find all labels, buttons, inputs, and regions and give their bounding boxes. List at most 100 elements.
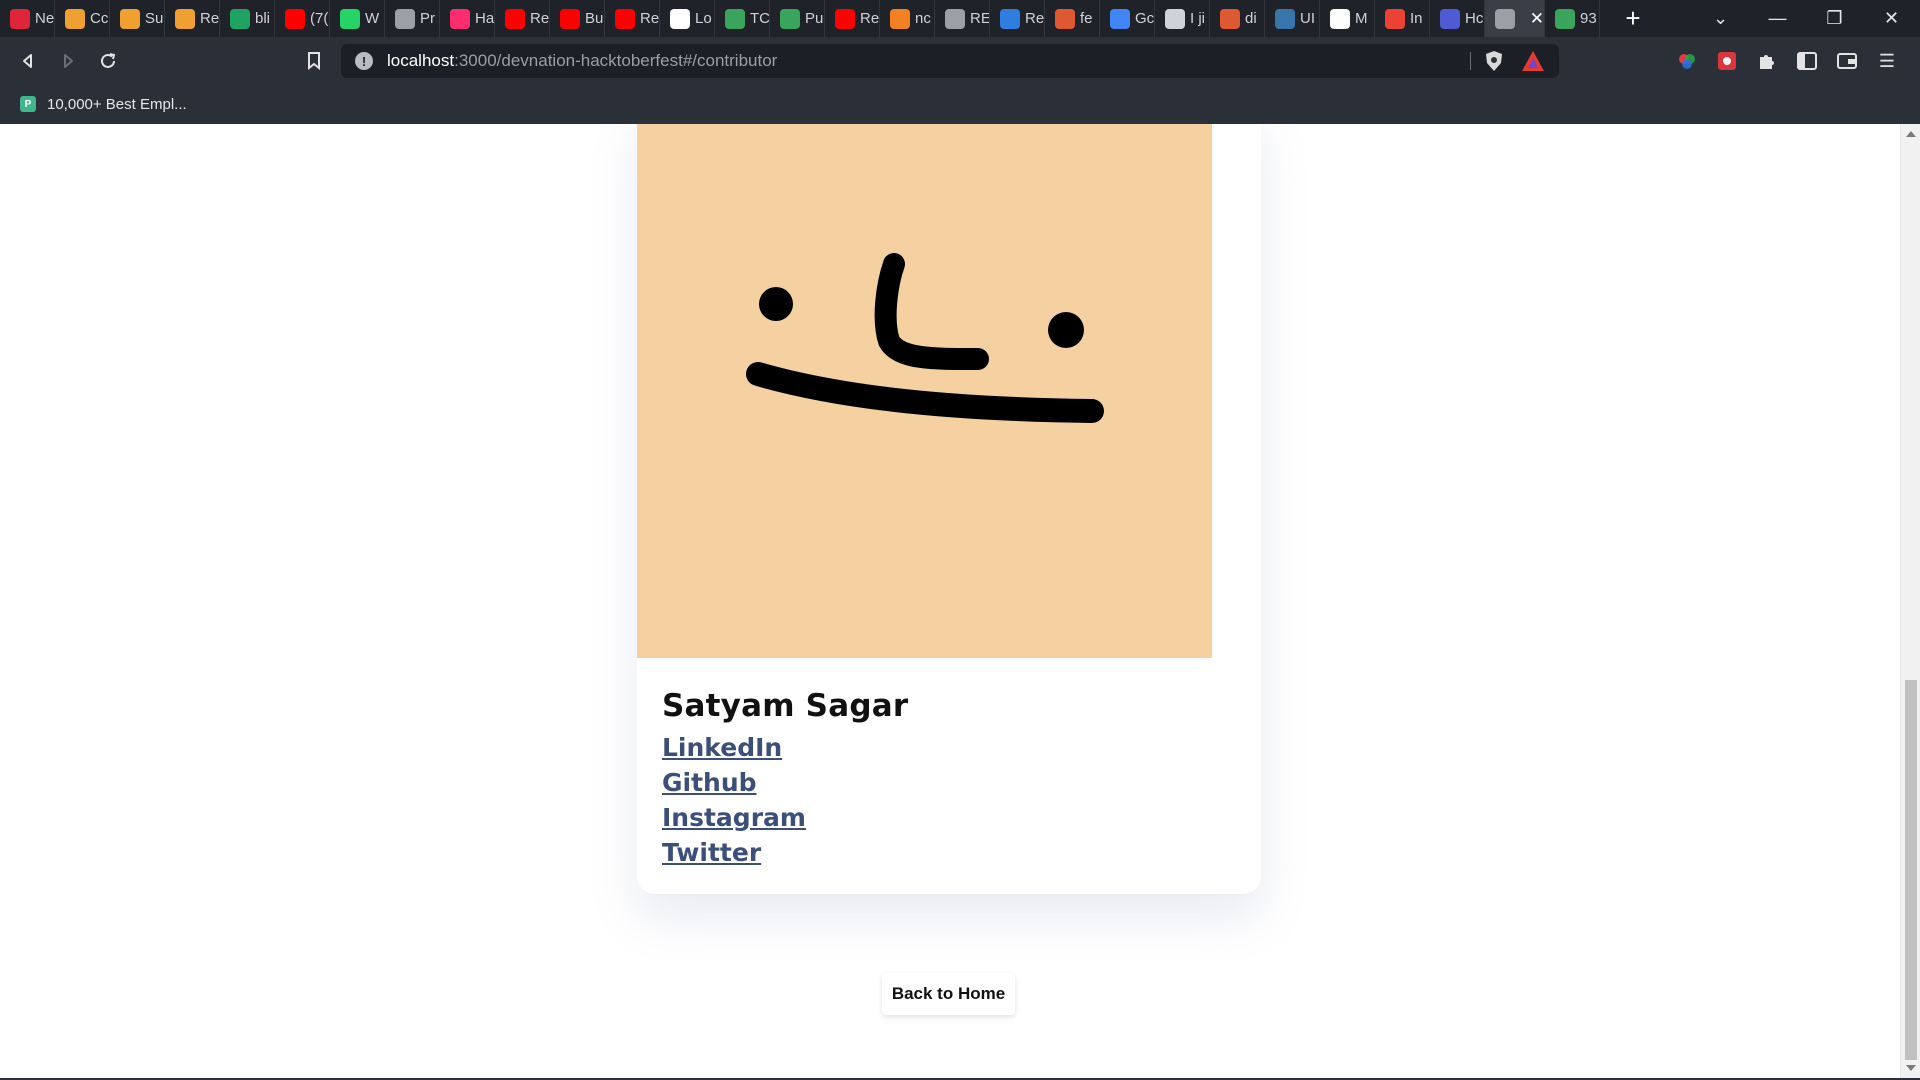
- tab-title: Ha: [475, 10, 494, 27]
- tab[interactable]: di: [1210, 0, 1265, 37]
- youtube-icon: [285, 8, 305, 29]
- tab[interactable]: Hc: [1430, 0, 1485, 37]
- bookmark-item[interactable]: P 10,000+ Best Empl...: [20, 96, 187, 113]
- tab[interactable]: 93: [1545, 0, 1600, 37]
- tab[interactable]: Re: [495, 0, 550, 37]
- minimize-button[interactable]: —: [1749, 8, 1806, 29]
- tab[interactable]: Bu: [550, 0, 605, 37]
- stack-icon: [890, 8, 910, 29]
- contributor-info: Satyam Sagar LinkedIn Github Instagram T…: [662, 688, 908, 870]
- avatar-right-eye: [1048, 312, 1084, 348]
- tab-title: Pu: [805, 10, 824, 27]
- back-to-home-button[interactable]: Back to Home: [882, 973, 1015, 1015]
- tab[interactable]: Re: [605, 0, 660, 37]
- letter-a-icon: [1165, 8, 1185, 29]
- wallet-icon[interactable]: [1827, 41, 1867, 81]
- contributor-name: Satyam Sagar: [662, 688, 909, 724]
- tab[interactable]: Ne: [0, 0, 55, 37]
- tab[interactable]: Re: [990, 0, 1045, 37]
- bookmarks-bar: P 10,000+ Best Empl...: [0, 84, 1920, 124]
- square-icon: [670, 8, 690, 29]
- codechef-bolt-icon: [65, 8, 85, 29]
- tab[interactable]: M: [1320, 0, 1375, 37]
- restore-button[interactable]: ❐: [1806, 8, 1863, 29]
- address-bar[interactable]: ! localhost:3000/devnation-hacktoberfest…: [341, 44, 1559, 78]
- bookmark-icon[interactable]: [294, 41, 334, 81]
- tab[interactable]: bli: [220, 0, 275, 37]
- cursor-icon: [1555, 8, 1575, 29]
- tab[interactable]: W: [330, 0, 385, 37]
- tab-list: Ne Cc Su Re bli (7(W Pr Ha Re Bu Re Lo TC Pu Re nc RE Re f…: [0, 0, 1600, 37]
- url-path: :3000/devnation-hacktoberfest#/contribut…: [454, 51, 778, 70]
- red-extension-icon[interactable]: [1707, 41, 1747, 81]
- linkedin-link[interactable]: LinkedIn: [662, 730, 908, 765]
- bookmark-site-icon: P: [20, 96, 36, 112]
- tab-title: Re: [530, 10, 549, 27]
- url-text[interactable]: localhost:3000/devnation-hacktoberfest#/…: [387, 51, 777, 71]
- tab[interactable]: I ji: [1155, 0, 1210, 37]
- bookmark-red-icon: [10, 8, 30, 29]
- tab[interactable]: UI: [1265, 0, 1320, 37]
- tab-close-icon[interactable]: ✕: [1530, 9, 1544, 29]
- window-controls: ⌄ — ❐ ✕: [1692, 0, 1920, 37]
- color-picker-extension-icon[interactable]: [1667, 41, 1707, 81]
- menu-icon[interactable]: ☰: [1867, 41, 1907, 81]
- tab-title: I ji: [1190, 10, 1205, 27]
- sidebar-toggle-icon[interactable]: [1787, 41, 1827, 81]
- extensions-puzzle-icon[interactable]: [1747, 41, 1787, 81]
- tab-title: Re: [200, 10, 219, 27]
- instagram-link[interactable]: Instagram: [662, 800, 908, 835]
- tab[interactable]: Ha: [440, 0, 495, 37]
- brave-rewards-icon[interactable]: [1521, 50, 1545, 72]
- forward-icon[interactable]: [48, 41, 88, 81]
- tab[interactable]: Re: [825, 0, 880, 37]
- tab[interactable]: nc: [880, 0, 935, 37]
- tab-title: UI: [1300, 10, 1315, 27]
- page-scrollbar[interactable]: [1900, 124, 1920, 1078]
- tab[interactable]: Cc: [55, 0, 110, 37]
- reload-icon[interactable]: [88, 41, 128, 81]
- tab[interactable]: Su: [110, 0, 165, 37]
- tab[interactable]: Gc: [1100, 0, 1155, 37]
- scroll-up-arrow-icon[interactable]: [1906, 131, 1916, 137]
- avatar-face-drawing: [746, 253, 1104, 423]
- tab-title: Re: [1025, 10, 1044, 27]
- address-divider: [1470, 52, 1471, 70]
- new-tab-button[interactable]: +: [1618, 3, 1648, 34]
- whatsapp-icon: [340, 8, 360, 29]
- tab[interactable]: TC: [715, 0, 770, 37]
- tab[interactable]: Re: [165, 0, 220, 37]
- tab-title: nc: [915, 10, 931, 27]
- close-window-button[interactable]: ✕: [1863, 8, 1920, 29]
- avatar-left-eye: [759, 287, 793, 321]
- x-mark-icon: [450, 8, 470, 29]
- tab-title: Lo: [695, 10, 712, 27]
- tab-active[interactable]: ✕: [1485, 0, 1545, 37]
- tab[interactable]: In: [1375, 0, 1430, 37]
- scroll-down-arrow-icon[interactable]: [1906, 1065, 1916, 1071]
- youtube-icon: [505, 8, 525, 29]
- tab-title: In: [1410, 10, 1423, 27]
- tab-title: W: [365, 10, 380, 27]
- tab[interactable]: (7(: [275, 0, 330, 37]
- browser-toolbar: ! localhost:3000/devnation-hacktoberfest…: [0, 37, 1920, 84]
- scrollbar-thumb[interactable]: [1905, 680, 1917, 1060]
- tab-title: TC: [750, 10, 769, 27]
- twitter-link[interactable]: Twitter: [662, 835, 908, 870]
- tab[interactable]: Pr: [385, 0, 440, 37]
- tab[interactable]: RE: [935, 0, 990, 37]
- github-link[interactable]: Github: [662, 765, 908, 800]
- tab[interactable]: Pu: [770, 0, 825, 37]
- tab-title: di: [1245, 10, 1257, 27]
- tab-title: fe: [1080, 10, 1093, 27]
- back-icon[interactable]: [8, 41, 48, 81]
- tab[interactable]: Lo: [660, 0, 715, 37]
- tab-search-icon[interactable]: ⌄: [1692, 8, 1749, 29]
- page-viewport: Satyam Sagar LinkedIn Github Instagram T…: [0, 124, 1900, 1078]
- globe-icon: [945, 8, 965, 29]
- avatar-nose: [874, 253, 989, 371]
- brave-shield-icon[interactable]: [1483, 50, 1505, 72]
- site-info-icon[interactable]: !: [355, 52, 373, 70]
- tab[interactable]: fe: [1045, 0, 1100, 37]
- green-plus-icon: [230, 8, 250, 29]
